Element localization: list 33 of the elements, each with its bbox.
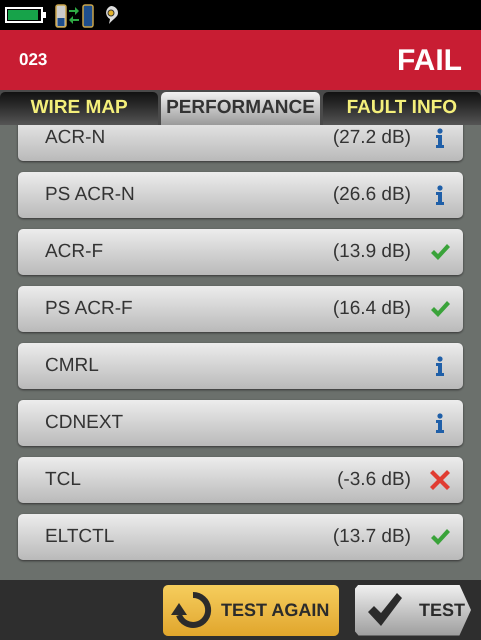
result-row[interactable]: PS ACR-F (16.4 dB) xyxy=(18,286,463,332)
result-row[interactable]: ACR-F (13.9 dB) xyxy=(18,229,463,275)
tester-link-icon xyxy=(55,2,95,28)
result-row[interactable]: CMRL xyxy=(18,343,463,389)
check-icon xyxy=(367,593,403,627)
row-label: PS ACR-N xyxy=(45,182,136,207)
result-row[interactable]: ELTCTL (13.7 dB) xyxy=(18,514,463,560)
result-row[interactable]: PS ACR-N (26.6 dB) xyxy=(18,172,463,218)
result-label: FAIL xyxy=(397,42,462,78)
row-label: ACR-F xyxy=(45,240,104,264)
row-reading: (26.6 dB) xyxy=(332,182,411,207)
row-reading: (-3.6 dB) xyxy=(337,468,411,492)
row-reading: (13.7 dB) xyxy=(332,524,411,549)
tab[interactable]: PERFORMANCE xyxy=(161,92,320,125)
row-label: CDNEXT xyxy=(45,410,124,435)
tab[interactable]: WIRE MAP xyxy=(0,92,158,125)
test-id: 023 xyxy=(19,49,48,72)
result-row[interactable]: CDNEXT xyxy=(18,400,463,446)
result-row[interactable]: TCL (-3.6 dB) xyxy=(18,457,463,503)
row-label: ACR-N xyxy=(45,126,106,150)
test-again-button[interactable]: TEST AGAIN xyxy=(163,584,339,636)
result-row[interactable]: ACR-N (27.2 dB) xyxy=(18,125,463,161)
location-pin-icon xyxy=(103,5,119,25)
row-label: TCL xyxy=(45,468,82,492)
row-label: CMRL xyxy=(45,354,100,378)
test-button[interactable]: TEST xyxy=(355,584,471,636)
row-reading: (16.4 dB) xyxy=(332,296,411,321)
row-reading: (27.2 dB) xyxy=(332,126,411,150)
battery-icon xyxy=(5,7,47,23)
row-label: PS ACR-F xyxy=(45,296,134,321)
row-label: ELTCTL xyxy=(45,524,116,549)
row-reading: (13.9 dB) xyxy=(332,240,411,264)
tab[interactable]: FAULT INFO xyxy=(322,92,481,125)
